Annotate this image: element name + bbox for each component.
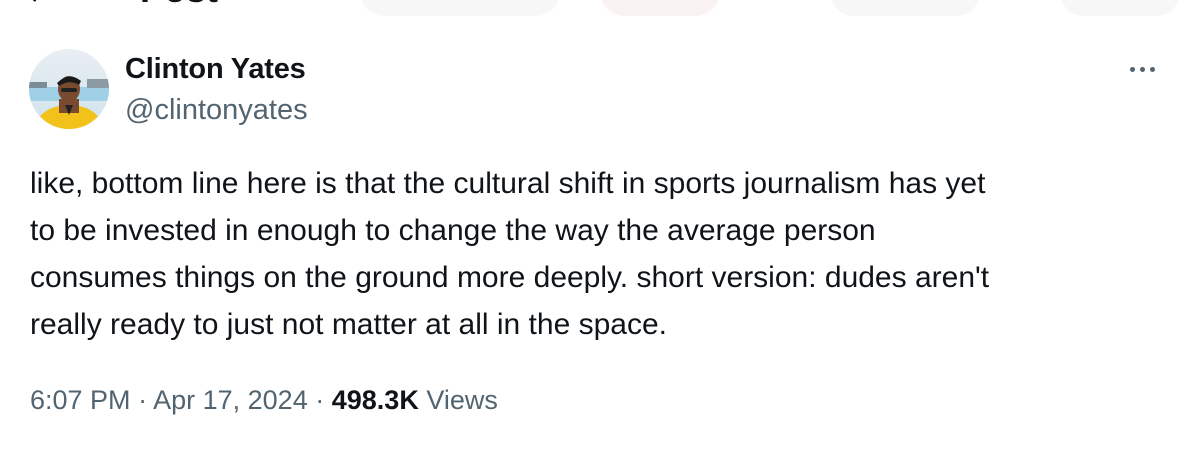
post-time[interactable]: 6:07 PM bbox=[30, 385, 131, 415]
header-blur-shape bbox=[830, 0, 980, 16]
post-detail-view: Post Clinton Yates @clintonyate bbox=[0, 0, 1194, 452]
author-name[interactable]: Clinton Yates bbox=[125, 52, 306, 86]
back-arrow-icon[interactable] bbox=[22, 0, 50, 6]
tweet-text-line: consumes things on the ground more deepl… bbox=[30, 261, 990, 294]
post-date[interactable]: Apr 17, 2024 bbox=[153, 385, 308, 415]
meta-separator: · bbox=[138, 385, 148, 415]
avatar[interactable] bbox=[29, 49, 109, 129]
tweet-text-line: to be invested in enough to change the w… bbox=[30, 214, 876, 247]
header-title: Post bbox=[140, 0, 218, 8]
avatar-image bbox=[29, 49, 109, 129]
top-header: Post bbox=[0, 0, 1194, 16]
more-options-icon[interactable] bbox=[1120, 52, 1164, 86]
header-blur-shape bbox=[360, 0, 560, 16]
more-dot bbox=[1129, 66, 1135, 72]
header-blur-shape bbox=[600, 0, 720, 16]
views-label: Views bbox=[426, 385, 498, 415]
author-handle[interactable]: @clintonyates bbox=[125, 93, 308, 127]
more-dot bbox=[1139, 66, 1145, 72]
header-blur-shape bbox=[1060, 0, 1180, 16]
tweet-text: like, bottom line here is that the cultu… bbox=[30, 160, 1170, 348]
meta-separator: · bbox=[315, 385, 325, 415]
tweet-text-line: like, bottom line here is that the cultu… bbox=[30, 167, 986, 200]
tweet-meta: 6:07 PM · Apr 17, 2024 · 498.3K Views bbox=[30, 383, 498, 417]
more-dot bbox=[1149, 66, 1155, 72]
tweet-text-line: really ready to just not matter at all i… bbox=[30, 308, 667, 341]
views-count[interactable]: 498.3K bbox=[332, 385, 419, 415]
